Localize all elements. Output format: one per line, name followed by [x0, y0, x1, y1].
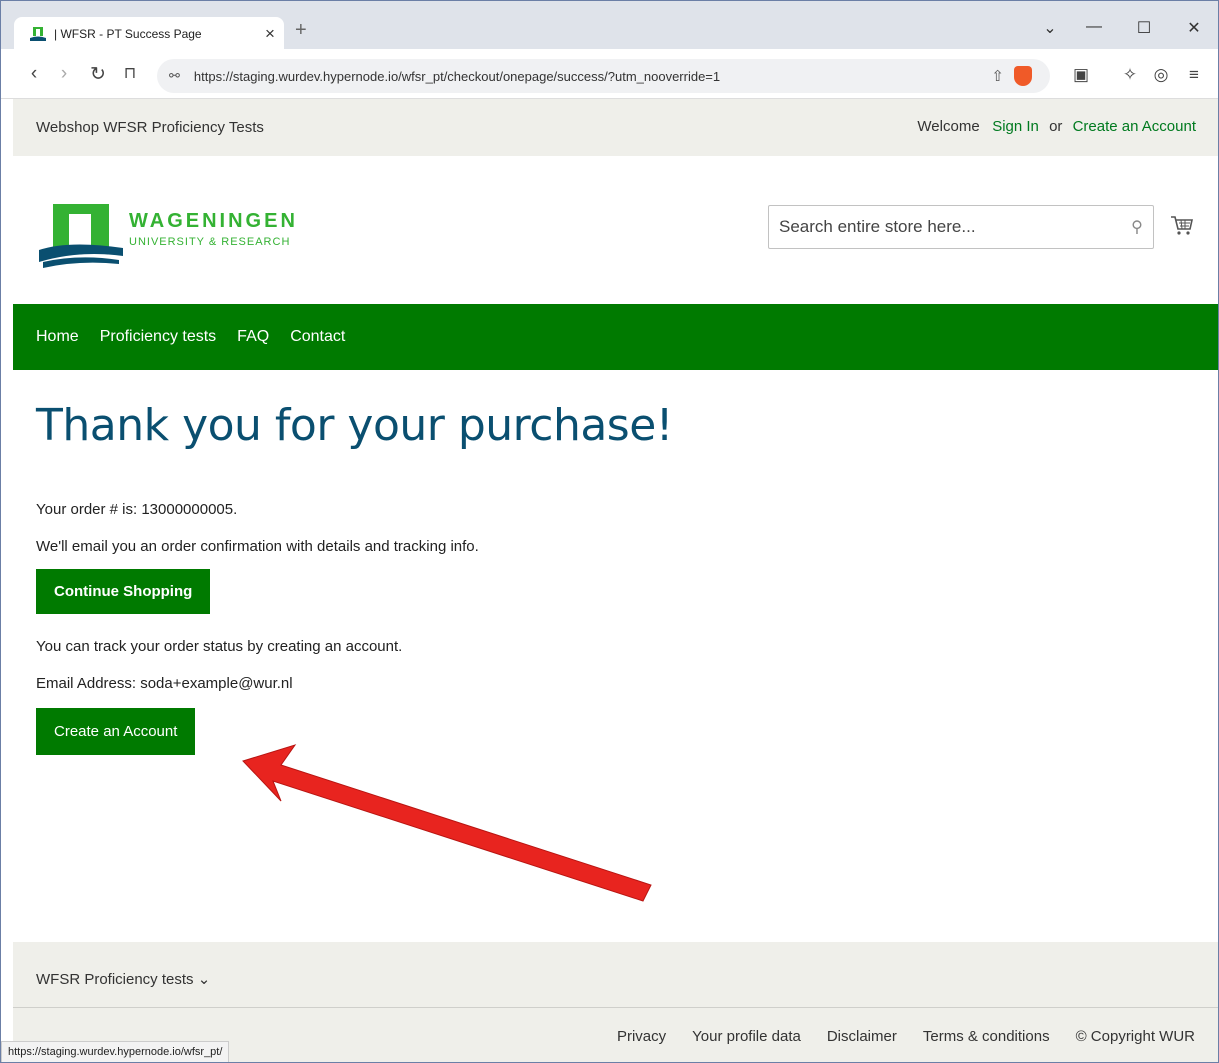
toolbar: ‹ › ↻ ⊓ ⚯ https://staging.wurdev.hyperno…: [1, 51, 1218, 99]
active-tab[interactable]: | WFSR - PT Success Page ×: [14, 17, 284, 51]
footer-link-profile-data[interactable]: Your profile data: [692, 1028, 801, 1045]
reader-mode-icon[interactable]: ▣: [1070, 65, 1092, 85]
cart-icon[interactable]: [1170, 214, 1194, 238]
email-address-text: Email Address: soda+example@wur.nl: [36, 675, 293, 692]
or-text: or: [1049, 118, 1063, 135]
sign-in-link[interactable]: Sign In: [992, 118, 1039, 135]
footer-link-privacy[interactable]: Privacy: [617, 1028, 666, 1045]
web-page: Webshop WFSR Proficiency Tests Welcome S…: [13, 99, 1218, 1062]
address-bar[interactable]: ⚯ https://staging.wurdev.hypernode.io/wf…: [157, 59, 1050, 93]
close-tab-icon[interactable]: ×: [256, 24, 284, 44]
nav-contact[interactable]: Contact: [290, 328, 345, 346]
maximize-icon[interactable]: ☐: [1129, 18, 1159, 38]
forward-icon[interactable]: ›: [53, 63, 75, 85]
status-bar-url: https://staging.wurdev.hypernode.io/wfsr…: [1, 1041, 230, 1062]
vpn-icon[interactable]: ◎: [1150, 65, 1172, 85]
brave-shield-icon[interactable]: [1014, 66, 1032, 86]
nav-proficiency-tests[interactable]: Proficiency tests: [100, 328, 216, 346]
store-name: Webshop WFSR Proficiency Tests: [36, 119, 264, 136]
create-account-button[interactable]: Create an Account: [36, 708, 196, 755]
account-links: Welcome Sign In or Create an Account: [917, 118, 1196, 135]
close-window-icon[interactable]: ✕: [1179, 18, 1209, 38]
menu-icon[interactable]: ≡: [1183, 65, 1205, 85]
footer-link-terms[interactable]: Terms & conditions: [923, 1028, 1050, 1045]
minimize-icon[interactable]: —: [1079, 18, 1109, 36]
search-icon[interactable]: ⚲: [1121, 217, 1153, 237]
continue-shopping-button[interactable]: Continue Shopping: [36, 569, 211, 614]
new-tab-icon[interactable]: +: [295, 19, 307, 42]
wur-favicon-icon: [30, 27, 46, 41]
footer-copyright: © Copyright WUR: [1075, 1028, 1195, 1045]
wur-logo[interactable]: WAGENINGEN UNIVERSITY & RESEARCH: [39, 204, 339, 268]
browser-window: | WFSR - PT Success Page × + ⌄ — ☐ ✕ ‹ ›…: [0, 0, 1219, 1063]
search-box: ⚲: [768, 205, 1154, 249]
chevron-down-icon: ⌄: [197, 971, 211, 988]
track-order-text: You can track your order status by creat…: [36, 638, 403, 655]
site-info-icon[interactable]: ⚯: [169, 68, 180, 84]
logo-subtitle: UNIVERSITY & RESEARCH: [129, 236, 291, 248]
top-links-bar: Webshop WFSR Proficiency Tests Welcome S…: [13, 99, 1218, 156]
reload-icon[interactable]: ↻: [87, 63, 109, 86]
footer-link-disclaimer[interactable]: Disclaimer: [827, 1028, 897, 1045]
annotation-arrow-icon: [242, 744, 652, 902]
welcome-text: Welcome: [917, 118, 980, 135]
page-title: Thank you for your purchase!: [36, 400, 673, 451]
search-input[interactable]: [779, 217, 1121, 237]
order-number-text: Your order # is: 13000000005.: [36, 501, 238, 518]
nav-home[interactable]: Home: [36, 328, 79, 346]
header: WAGENINGEN UNIVERSITY & RESEARCH ⚲: [13, 156, 1218, 304]
tab-title: | WFSR - PT Success Page: [54, 27, 202, 41]
footer-divider: [13, 1007, 1218, 1008]
wur-logo-mark-icon: [39, 204, 123, 268]
main-navigation: Home Proficiency tests FAQ Contact: [13, 304, 1218, 370]
main-content: Thank you for your purchase! Your order …: [36, 370, 1196, 755]
tab-list-chevron-icon[interactable]: ⌄: [1035, 18, 1065, 38]
share-icon[interactable]: ⇧: [991, 67, 1004, 85]
url-text: https://staging.wurdev.hypernode.io/wfsr…: [193, 68, 721, 84]
leo-ai-icon[interactable]: ✧: [1119, 65, 1141, 85]
confirmation-info-text: We'll email you an order confirmation wi…: [36, 538, 479, 555]
footer-section-toggle[interactable]: WFSR Proficiency tests ⌄: [36, 970, 210, 988]
create-account-link[interactable]: Create an Account: [1073, 118, 1196, 135]
nav-faq[interactable]: FAQ: [237, 328, 269, 346]
footer-title: WFSR Proficiency tests: [36, 971, 194, 988]
footer-links: Privacy Your profile data Disclaimer Ter…: [617, 1028, 1195, 1045]
back-icon[interactable]: ‹: [23, 63, 45, 85]
logo-wordmark: WAGENINGEN: [129, 210, 298, 232]
tab-bar: | WFSR - PT Success Page × + ⌄ — ☐ ✕: [1, 1, 1218, 51]
bookmark-icon[interactable]: ⊓: [119, 63, 141, 83]
